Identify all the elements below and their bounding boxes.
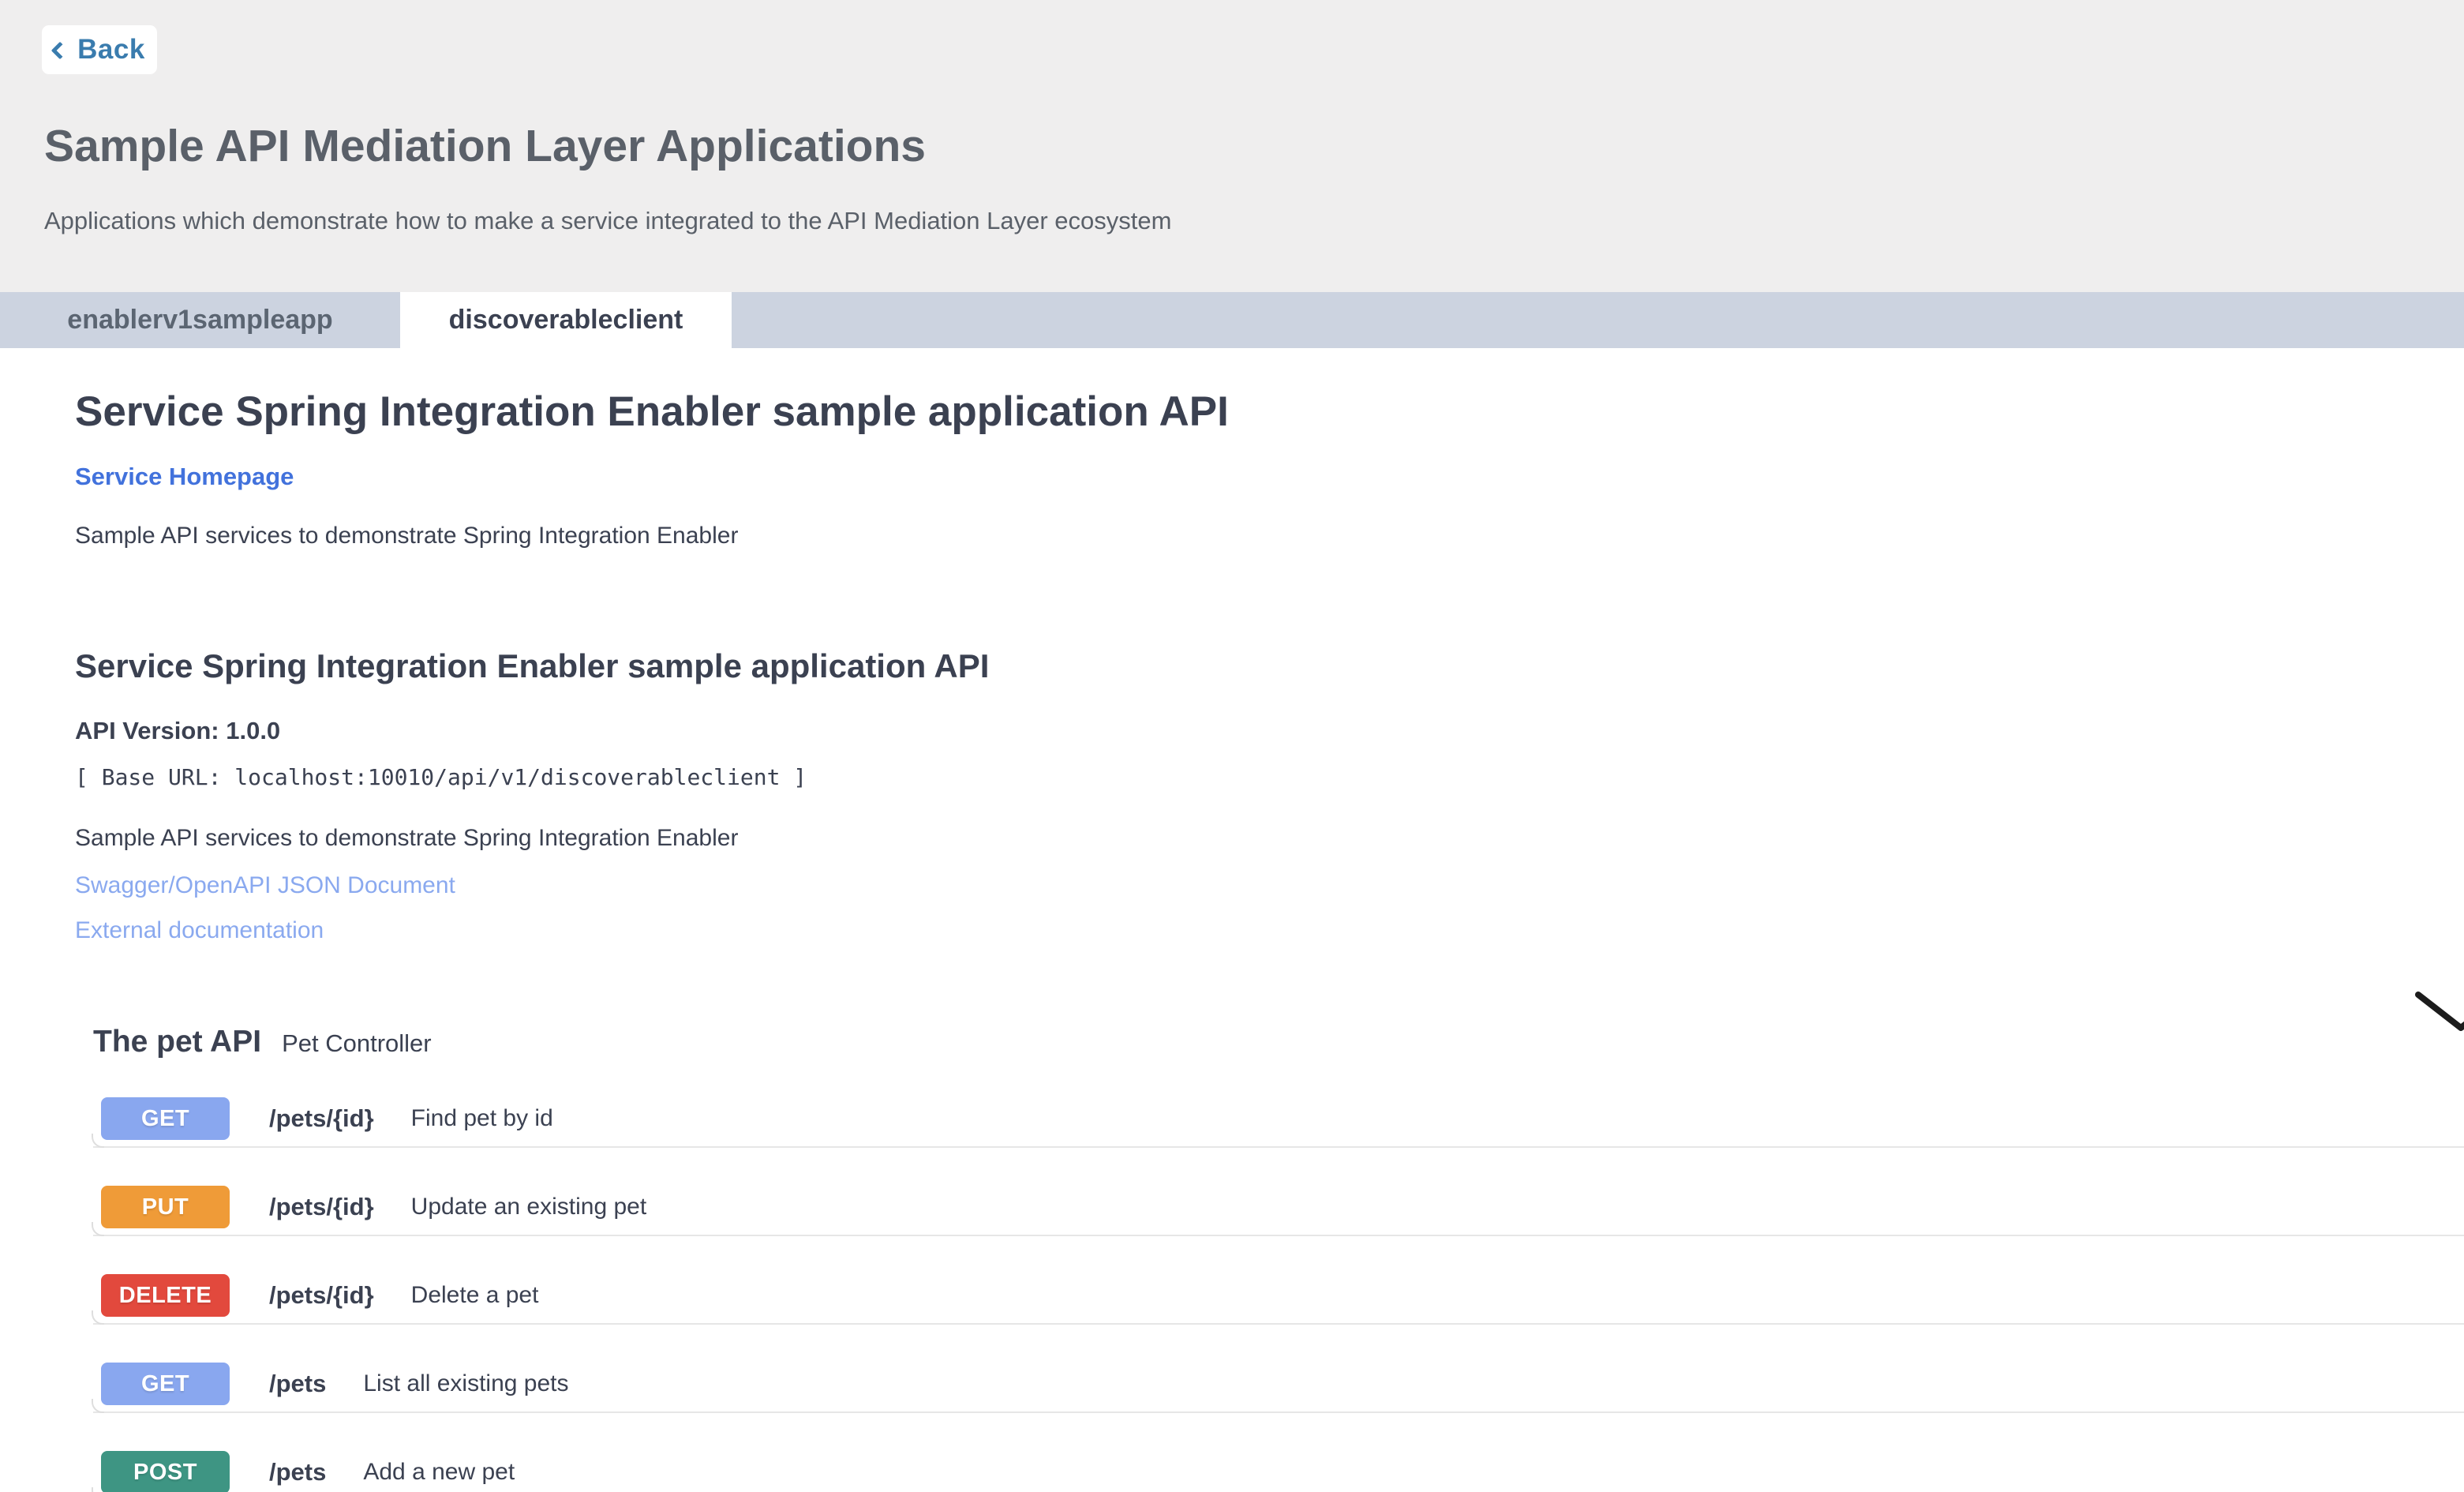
operation-row-add-pet[interactable]: POST /pets Add a new pet [93, 1451, 2464, 1492]
pet-api-header[interactable]: The pet API Pet Controller [93, 1025, 2464, 1059]
operation-summary: Update an existing pet [411, 1194, 647, 1220]
method-badge-delete: DELETE [101, 1274, 230, 1317]
page-title: Sample API Mediation Layer Applications [44, 120, 926, 172]
page: Back Sample API Mediation Layer Applicat… [0, 0, 2464, 1492]
back-button[interactable]: Back [42, 25, 157, 74]
operation-row-get-pet-by-id[interactable]: GET /pets/{id} Find pet by id [93, 1097, 2464, 1148]
method-badge-put: PUT [101, 1186, 230, 1228]
operation-path: /pets/{id} [269, 1281, 374, 1310]
method-badge-post: POST [101, 1451, 230, 1492]
chevron-left-icon [51, 42, 69, 60]
pet-api-title: The pet API [93, 1025, 261, 1059]
operation-path: /pets/{id} [269, 1104, 374, 1133]
page-subtitle: Applications which demonstrate how to ma… [44, 207, 1171, 235]
service-description: Sample API services to demonstrate Sprin… [75, 523, 2464, 549]
operation-path: /pets [269, 1370, 326, 1398]
back-button-label: Back [77, 34, 145, 66]
operation-summary: Add a new pet [363, 1459, 515, 1486]
chevron-down-icon[interactable] [2413, 987, 2464, 1034]
operation-row-delete-pet[interactable]: DELETE /pets/{id} Delete a pet [93, 1274, 2464, 1325]
hero-header: Back Sample API Mediation Layer Applicat… [0, 0, 2464, 292]
operation-path: /pets [269, 1458, 326, 1486]
tab-bar: enablerv1sampleapp discoverableclient [0, 292, 2464, 348]
pet-api-section: The pet API Pet Controller GET /pets/{id… [75, 1025, 2464, 1492]
operation-list: GET /pets/{id} Find pet by id PUT /pets/… [93, 1097, 2464, 1492]
api-description: Sample API services to demonstrate Sprin… [75, 825, 2464, 852]
main-content: Service Spring Integration Enabler sampl… [0, 388, 2464, 1492]
tab-discoverableclient[interactable]: discoverableclient [400, 292, 732, 348]
swagger-json-link[interactable]: Swagger/OpenAPI JSON Document [75, 872, 2464, 899]
method-badge-get: GET [101, 1363, 230, 1405]
service-title: Service Spring Integration Enabler sampl… [75, 388, 2464, 436]
operation-summary: Find pet by id [411, 1105, 553, 1132]
pet-api-subtitle: Pet Controller [282, 1029, 432, 1058]
tab-enablerv1sampleapp[interactable]: enablerv1sampleapp [0, 292, 400, 348]
service-homepage-link[interactable]: Service Homepage [75, 463, 294, 491]
operation-path: /pets/{id} [269, 1193, 374, 1221]
external-doc-link[interactable]: External documentation [75, 917, 2464, 944]
api-doc-title: Service Spring Integration Enabler sampl… [75, 647, 2464, 685]
operation-summary: List all existing pets [363, 1370, 568, 1397]
operation-summary: Delete a pet [411, 1282, 539, 1309]
operation-row-list-pets[interactable]: GET /pets List all existing pets [93, 1363, 2464, 1413]
method-badge-get: GET [101, 1097, 230, 1140]
operation-row-update-pet[interactable]: PUT /pets/{id} Update an existing pet [93, 1186, 2464, 1236]
api-version: API Version: 1.0.0 [75, 717, 2464, 745]
base-url: [ Base URL: localhost:10010/api/v1/disco… [75, 764, 2464, 790]
